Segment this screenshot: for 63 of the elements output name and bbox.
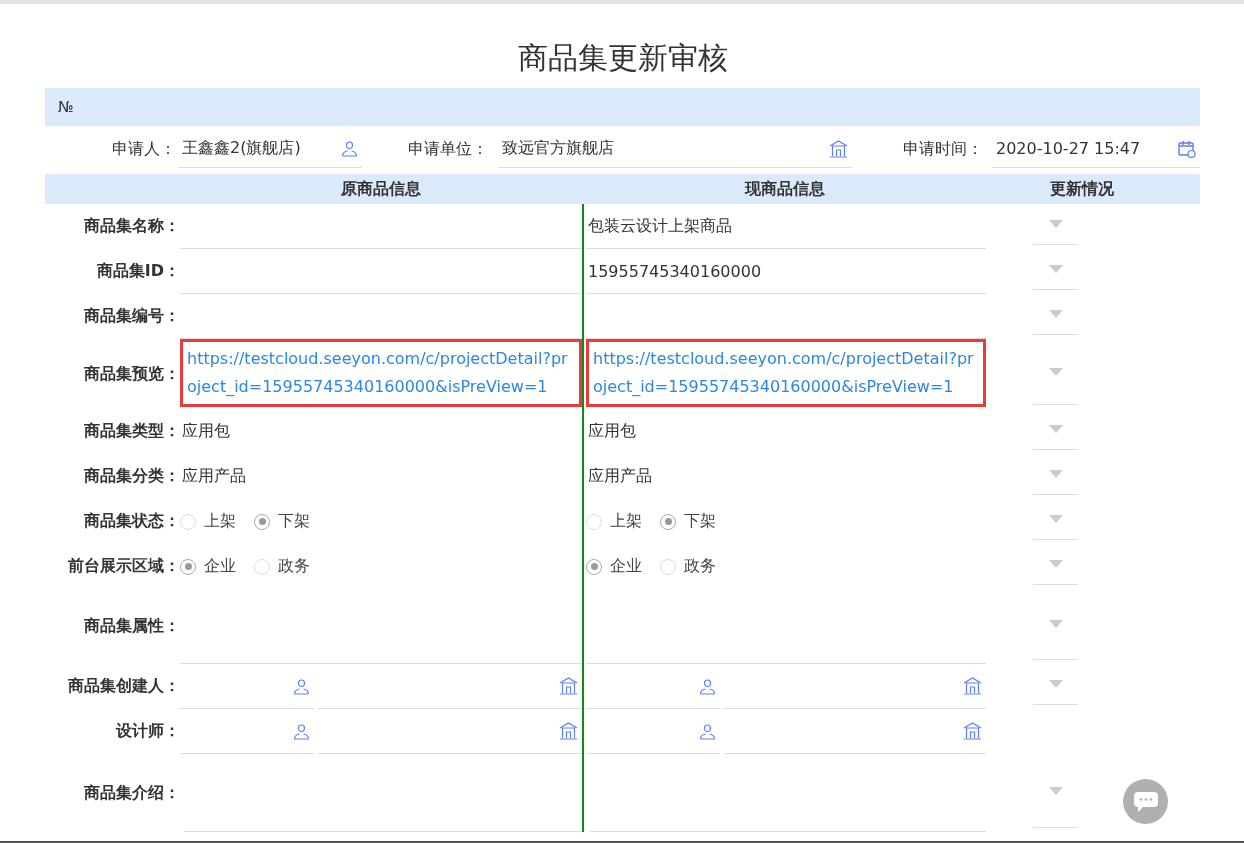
- number-label: №: [58, 98, 74, 116]
- field-label: 商品集预览：: [83, 363, 180, 385]
- person-icon[interactable]: [293, 722, 310, 740]
- field-label: 申请单位：: [407, 138, 489, 160]
- field-label: 申请人：: [111, 138, 177, 160]
- field-label: 申请时间：: [902, 138, 984, 160]
- field-value: 应用产品: [182, 466, 246, 487]
- building-icon[interactable]: [559, 677, 578, 695]
- input-field[interactable]: 致远官方旗舰店: [498, 130, 852, 168]
- chat-button[interactable]: [1123, 779, 1168, 824]
- radio-option[interactable]: 企业: [586, 556, 642, 577]
- dropdown-caret-icon: [1048, 620, 1063, 628]
- field-value: 应用产品: [588, 466, 652, 487]
- field-label: 商品集状态：: [83, 511, 180, 532]
- building-icon[interactable]: [559, 722, 578, 740]
- dropdown-caret-icon: [1048, 220, 1063, 228]
- radio-option[interactable]: 下架: [660, 511, 716, 532]
- field-label: 商品集ID：: [95, 261, 180, 282]
- person-icon[interactable]: [341, 140, 358, 157]
- building-icon[interactable]: [829, 139, 848, 158]
- column-header: 现商品信息: [743, 178, 826, 200]
- building-icon[interactable]: [963, 677, 982, 695]
- preview-link[interactable]: https://testcloud.seeyon.com/c/projectDetail?project_id=15955745340160000&isPreView=1: [593, 345, 979, 401]
- dropdown-caret-icon: [1048, 515, 1063, 523]
- dropdown-caret-icon: [1048, 560, 1063, 568]
- person-icon[interactable]: [699, 677, 716, 695]
- field-label: 商品集分类：: [83, 466, 180, 487]
- input-field[interactable]: 2020-10-27 15:47: [992, 130, 1200, 168]
- field-label: 商品集介绍：: [83, 782, 180, 804]
- building-icon[interactable]: [963, 722, 982, 740]
- input-field[interactable]: 王鑫鑫2(旗舰店): [178, 130, 362, 168]
- field-label: 商品集类型：: [83, 421, 180, 442]
- text-field[interactable]: 包装云设计上架商品: [586, 204, 986, 249]
- field-label: 设计师：: [114, 721, 180, 742]
- radio-option[interactable]: 政务: [660, 556, 716, 577]
- preview-link[interactable]: https://testcloud.seeyon.com/c/projectDetail?project_id=15955745340160000&isPreView=1: [187, 345, 575, 401]
- dropdown-caret-icon: [1048, 367, 1063, 376]
- dropdown-caret-icon: [1048, 680, 1063, 688]
- text-field[interactable]: 15955745340160000: [586, 249, 986, 294]
- person-icon[interactable]: [699, 722, 716, 740]
- calendar-icon[interactable]: [1178, 139, 1196, 158]
- dropdown-caret-icon: [1048, 470, 1063, 478]
- chat-bubble-icon: [1132, 790, 1159, 813]
- page-title: 商品集更新审核: [516, 40, 729, 76]
- radio-option[interactable]: 上架: [180, 511, 236, 532]
- radio-option[interactable]: 上架: [586, 511, 642, 532]
- field-value: 应用包: [182, 421, 230, 442]
- field-label: 商品集编号：: [83, 306, 180, 327]
- field-label: 商品集属性：: [83, 616, 180, 637]
- column-header: 原商品信息: [340, 178, 422, 200]
- dropdown-caret-icon: [1048, 265, 1063, 273]
- dropdown-caret-icon: [1048, 425, 1063, 433]
- field-label: 前台展示区域：: [67, 556, 180, 577]
- radio-option[interactable]: 政务: [254, 556, 310, 577]
- dropdown-caret-icon: [1048, 786, 1063, 795]
- radio-option[interactable]: 下架: [254, 511, 310, 532]
- field-value: 应用包: [588, 421, 636, 442]
- person-icon[interactable]: [293, 677, 310, 695]
- dropdown-caret-icon: [1048, 310, 1063, 318]
- radio-option[interactable]: 企业: [180, 556, 236, 577]
- column-header: 更新情况: [1049, 178, 1115, 200]
- field-label: 商品集创建人：: [67, 676, 180, 697]
- field-label: 商品集名称：: [83, 216, 180, 237]
